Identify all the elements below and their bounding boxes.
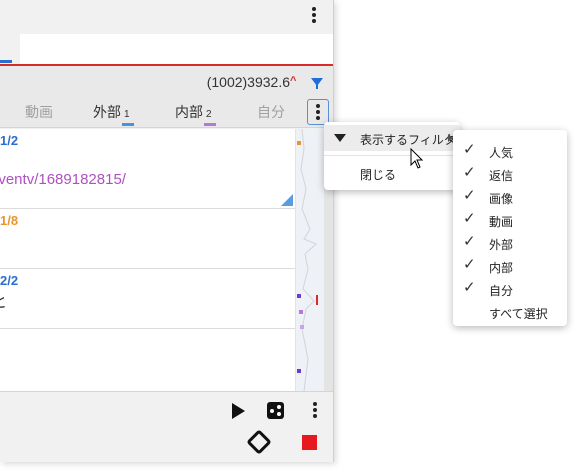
menu-divider: [324, 155, 460, 156]
top-bar: [0, 0, 333, 34]
filter-tab-count: 1: [124, 109, 130, 120]
timeline-marker: [297, 141, 301, 145]
more-icon: [309, 103, 327, 121]
filter-tab-label: 動画: [25, 104, 53, 120]
check-icon: ✓: [463, 233, 476, 250]
filter-tab-self[interactable]: 自分: [257, 102, 285, 122]
submenu-item-reply[interactable]: ✓ 返信: [453, 162, 567, 185]
filter-more-button[interactable]: [307, 99, 329, 125]
submenu-item-label: 画像: [489, 192, 514, 206]
list-item[interactable]: 1/8: [0, 209, 295, 269]
filter-tab-internal[interactable]: 内部 2: [175, 102, 216, 126]
check-icon: ✓: [463, 210, 476, 227]
submenu-item-select-all[interactable]: すべて選択: [453, 300, 567, 323]
comment-timeline-strip[interactable]: [295, 129, 324, 391]
filter-tabs: 動画 外部 1 内部 2 自分: [0, 96, 333, 128]
top-more-icon[interactable]: [305, 6, 323, 24]
check-icon: ✓: [463, 279, 476, 296]
list-item[interactable]: 1/2 eventv/1689182815/: [0, 129, 295, 209]
tab-area: [20, 34, 333, 64]
submenu-item-internal[interactable]: ✓ 内部: [453, 254, 567, 277]
sort-caret-icon[interactable]: ^: [290, 75, 296, 87]
timeline-waveform: [300, 129, 317, 391]
comment-number: 1/2: [0, 133, 19, 148]
play-icon[interactable]: [232, 403, 245, 419]
menu-item-close[interactable]: 閉じる: [324, 160, 460, 186]
filter-tab-label: 内部: [175, 104, 203, 120]
check-icon: ✓: [463, 256, 476, 273]
filter-tab-count: 2: [206, 109, 212, 120]
comment-number: 2/2: [0, 273, 19, 288]
filter-submenu: ✓ 人気 ✓ 返信 ✓ 画像 ✓ 動画 ✓ 外部 ✓ 内部 ✓ 自分 すべて選択: [453, 130, 567, 326]
submenu-item-label: すべて選択: [489, 307, 548, 321]
submenu-item-popular[interactable]: ✓ 人気: [453, 139, 567, 162]
timeline-marker: [300, 325, 304, 329]
filter-tab-video[interactable]: 動画: [25, 102, 53, 122]
submenu-item-label: 返信: [489, 169, 514, 183]
submenu-item-video[interactable]: ✓ 動画: [453, 208, 567, 231]
timeline-marker: [297, 369, 301, 373]
timeline-marker: [299, 310, 303, 314]
check-icon: ✓: [463, 164, 476, 181]
timeline-marker: [316, 295, 318, 305]
submenu-item-label: 自分: [489, 284, 514, 298]
submenu-item-label: 内部: [489, 261, 514, 275]
tab-strip: [0, 34, 333, 64]
filter-icon[interactable]: [311, 78, 323, 89]
comment-count: (1002)3932.6: [206, 74, 290, 90]
submenu-item-image[interactable]: ✓ 画像: [453, 185, 567, 208]
bottom-toolbar: [0, 391, 333, 462]
stop-icon[interactable]: [302, 435, 317, 450]
check-icon: ✓: [463, 187, 476, 204]
comment-list[interactable]: 1/2 eventv/1689182815/ 1/8 2/2 と: [0, 129, 295, 391]
filter-tab-underline: [204, 123, 216, 126]
comment-panel: (1002)3932.6 ^ 動画 外部 1 内部 2 自分 1/2 eventv/…: [0, 0, 334, 462]
check-icon: ✓: [463, 141, 476, 158]
menu-item-label: 閉じる: [360, 168, 397, 182]
expand-corner-icon[interactable]: [281, 194, 293, 206]
submenu-item-label: 人気: [489, 146, 514, 160]
menu-item-display-filter[interactable]: 表示するフィルタ: [324, 125, 460, 151]
filter-tab-label: 自分: [257, 104, 285, 120]
bottom-more-icon[interactable]: [306, 401, 324, 419]
submenu-item-external[interactable]: ✓ 外部: [453, 231, 567, 254]
timeline-marker: [297, 294, 301, 298]
menu-item-label: 表示するフィルタ: [360, 133, 456, 147]
share-icon[interactable]: [267, 402, 284, 419]
mouse-cursor-icon: [410, 148, 424, 169]
sync-icon[interactable]: [246, 429, 272, 455]
count-row: (1002)3932.6 ^: [0, 66, 333, 96]
list-item[interactable]: 2/2 と: [0, 269, 295, 329]
comment-body: と: [0, 291, 7, 312]
comment-body: eventv/1689182815/: [0, 171, 126, 188]
submenu-item-label: 動画: [489, 215, 514, 229]
filter-tab-underline: [122, 123, 134, 126]
comment-number: 1/8: [0, 213, 19, 228]
filter-icon: [334, 134, 346, 142]
submenu-item-label: 外部: [489, 238, 514, 252]
submenu-item-self[interactable]: ✓ 自分: [453, 277, 567, 300]
filter-tab-label: 外部: [93, 104, 121, 120]
active-tab-indicator: [0, 60, 12, 63]
filter-tab-external[interactable]: 外部 1: [93, 102, 134, 126]
filter-menu: 表示するフィルタ 閉じる: [324, 122, 460, 190]
